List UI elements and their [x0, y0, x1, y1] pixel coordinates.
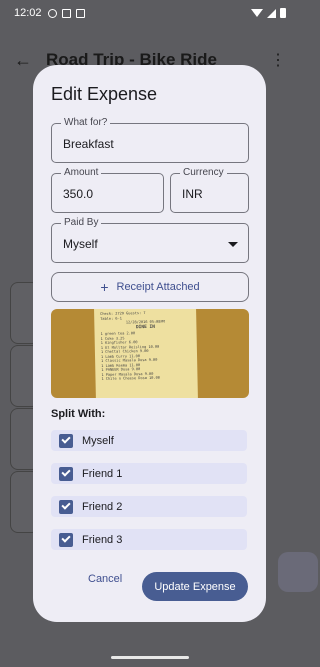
dialog-title: Edit Expense — [51, 84, 158, 104]
dropdown-arrow-icon — [228, 242, 238, 247]
amount-value: 350.0 — [63, 187, 94, 201]
amount-label: Amount — [61, 167, 102, 179]
what-for-value: Breakfast — [63, 137, 114, 151]
split-item-friend-3[interactable]: Friend 3 — [51, 529, 247, 550]
checkbox-checked-icon[interactable] — [59, 433, 73, 448]
receipt-paper: Check: 2729 Guests: 7 Table: 6-1 12/28/2… — [94, 309, 198, 398]
paid-by-label: Paid By — [61, 217, 102, 229]
paid-by-dropdown[interactable]: Paid By Myself — [51, 217, 249, 263]
split-item-friend-1[interactable]: Friend 1 — [51, 463, 247, 484]
currency-field[interactable]: Currency INR — [170, 167, 249, 213]
checkbox-checked-icon[interactable] — [59, 532, 73, 547]
split-item-label: Friend 2 — [82, 500, 123, 513]
split-item-myself[interactable]: Myself — [51, 430, 247, 451]
do-not-disturb-icon — [47, 8, 57, 18]
edit-expense-dialog: Edit Expense What for? Breakfast Amount … — [33, 65, 266, 622]
amount-field[interactable]: Amount 350.0 — [51, 167, 164, 213]
split-item-label: Friend 3 — [82, 533, 123, 546]
currency-value: INR — [182, 187, 203, 201]
back-arrow-icon: ← — [14, 49, 32, 70]
plus-icon: + — [100, 279, 109, 295]
receipt-image[interactable]: Check: 2729 Guests: 7 Table: 6-1 12/28/2… — [51, 309, 249, 398]
notification-icon — [61, 8, 71, 18]
checkbox-checked-icon[interactable] — [59, 499, 73, 514]
signal-icon — [267, 8, 276, 18]
receipt-button-label: Receipt Attached — [116, 281, 200, 293]
cancel-button[interactable]: Cancel — [88, 573, 122, 585]
more-options-icon: ⋮ — [270, 52, 286, 69]
split-item-label: Friend 1 — [82, 467, 123, 480]
wifi-icon — [251, 9, 263, 17]
what-for-label: What for? — [61, 117, 111, 129]
checkbox-checked-icon[interactable] — [59, 466, 73, 481]
battery-icon — [280, 8, 286, 18]
status-time: 12:02 — [14, 7, 42, 19]
split-item-label: Myself — [82, 434, 114, 447]
home-indicator[interactable] — [111, 656, 189, 659]
receipt-line: 1 Chile n Cheese Dosa 10.00 — [101, 375, 160, 381]
app-notification-icon — [75, 8, 85, 18]
split-with-label: Split With: — [51, 408, 106, 420]
background-fab — [278, 552, 318, 592]
receipt-attached-button[interactable]: + Receipt Attached — [51, 272, 249, 302]
what-for-field[interactable]: What for? Breakfast — [51, 117, 249, 163]
paid-by-value: Myself — [63, 237, 98, 251]
status-bar: 12:02 — [0, 0, 300, 26]
update-expense-button[interactable]: Update Expense — [142, 572, 248, 601]
split-item-friend-2[interactable]: Friend 2 — [51, 496, 247, 517]
currency-label: Currency — [180, 167, 227, 179]
